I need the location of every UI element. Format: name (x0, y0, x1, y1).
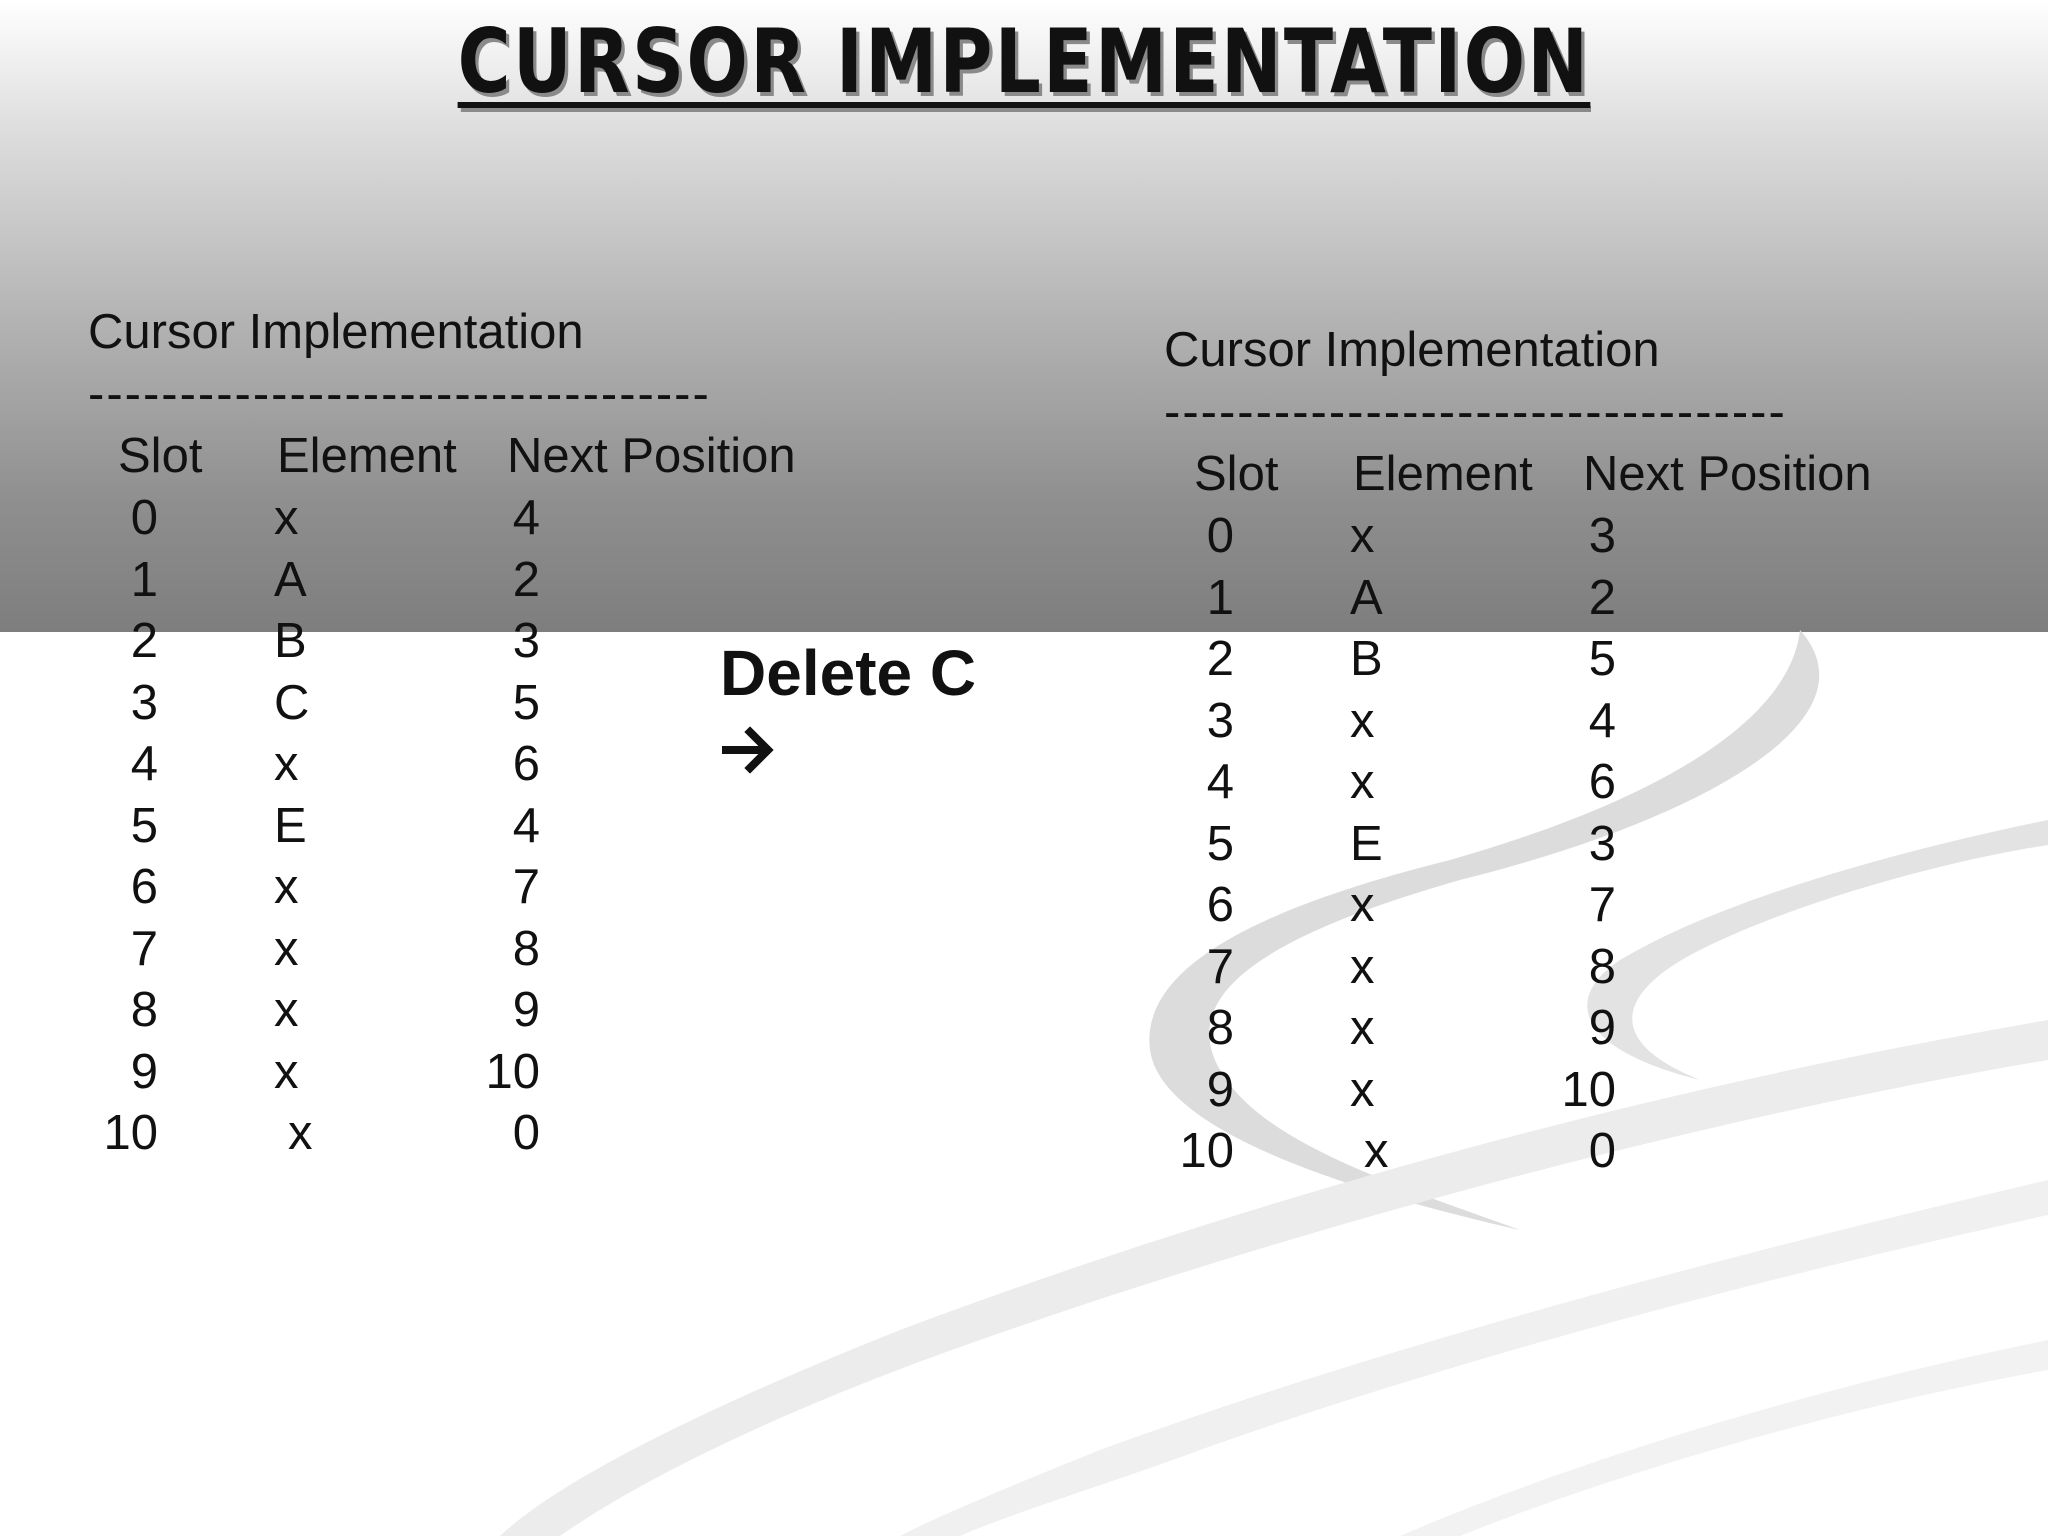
slot-cell: 10 (1179, 1124, 1234, 1178)
delete-action-label: Delete C (720, 637, 977, 709)
next-position-cell: 6 (1588, 755, 1616, 809)
element-cell: x (1350, 509, 1375, 563)
element-cell: E (274, 798, 307, 853)
slot-cell: 9 (130, 1044, 158, 1099)
element-cell: x (288, 1106, 313, 1160)
header-next-position: Next Position (1583, 447, 1872, 501)
table-caption: Cursor Implementation (88, 305, 584, 359)
slot-cell: 7 (130, 921, 158, 976)
slot-cell: 3 (1206, 693, 1234, 748)
next-position-cell: 10 (1561, 1062, 1616, 1117)
next-position-cell: 9 (1588, 1001, 1616, 1055)
next-position-cell: 3 (512, 614, 540, 668)
slot-cell: 3 (130, 675, 158, 730)
element-cell: A (1350, 570, 1383, 625)
header-next-position: Next Position (507, 429, 796, 483)
slot-cell: 4 (1206, 755, 1234, 809)
slot-cell: 6 (130, 860, 158, 914)
element-cell: x (274, 860, 299, 914)
next-position-cell: 5 (512, 675, 540, 730)
element-cell: x (1350, 1001, 1375, 1055)
right-arrow-icon (722, 726, 774, 774)
slot-cell: 9 (1206, 1062, 1234, 1117)
header-slot: Slot (1194, 447, 1279, 501)
next-position-cell: 7 (1588, 878, 1616, 932)
page-title: CURSOR IMPLEMENTATION (457, 10, 1591, 113)
header-slot: Slot (118, 429, 203, 483)
element-cell: x (1350, 1062, 1375, 1117)
slot-cell: 0 (1206, 509, 1234, 563)
slot-cell: 5 (1206, 816, 1234, 871)
slot-cell: 0 (130, 491, 158, 545)
next-position-cell: 0 (1588, 1124, 1616, 1178)
background-swoosh (500, 630, 2048, 1536)
slot-cell: 10 (103, 1106, 158, 1160)
next-position-cell: 0 (512, 1106, 540, 1160)
next-position-cell: 10 (485, 1044, 540, 1099)
table-caption: Cursor Implementation (1164, 323, 1660, 377)
next-position-cell: 5 (1588, 632, 1616, 686)
next-position-cell: 8 (512, 921, 540, 976)
slot-cell: 6 (1206, 878, 1234, 932)
next-position-cell: 4 (512, 798, 540, 853)
next-position-cell: 6 (512, 737, 540, 791)
table-divider: ---------------------------------- (88, 367, 711, 421)
slot-cell: 5 (130, 798, 158, 853)
next-position-cell: 7 (512, 860, 540, 914)
next-position-cell: 4 (512, 491, 540, 545)
element-cell: x (274, 921, 299, 976)
element-cell: x (274, 491, 299, 545)
element-cell: x (1350, 693, 1375, 748)
next-position-cell: 2 (1588, 570, 1616, 625)
table-divider: ---------------------------------- (1164, 385, 1787, 439)
next-position-cell: 8 (1588, 939, 1616, 994)
element-cell: E (1350, 816, 1383, 871)
element-cell: x (1350, 939, 1375, 994)
slot-cell: 4 (130, 737, 158, 791)
next-position-cell: 2 (512, 552, 540, 607)
element-cell: B (1350, 632, 1383, 686)
header-element: Element (277, 429, 457, 483)
slot-cell: 8 (130, 983, 158, 1037)
element-cell: x (274, 983, 299, 1037)
next-position-cell: 4 (1588, 693, 1616, 748)
element-cell: x (1350, 878, 1375, 932)
element-cell: B (274, 614, 307, 668)
slot-cell: 2 (1206, 632, 1234, 686)
next-position-cell: 3 (1588, 509, 1616, 563)
slot-cell: 1 (130, 552, 158, 607)
slot-cell: 1 (1206, 570, 1234, 625)
element-cell: A (274, 552, 307, 607)
slot-cell: 7 (1206, 939, 1234, 994)
element-cell: x (274, 1044, 299, 1099)
next-position-cell: 3 (1588, 816, 1616, 871)
element-cell: C (274, 675, 310, 730)
header-element: Element (1353, 447, 1533, 501)
element-cell: x (1364, 1124, 1389, 1178)
slot-cell: 8 (1206, 1001, 1234, 1055)
slot-cell: 2 (130, 614, 158, 668)
element-cell: x (1350, 755, 1375, 809)
next-position-cell: 9 (512, 983, 540, 1037)
element-cell: x (274, 737, 299, 791)
